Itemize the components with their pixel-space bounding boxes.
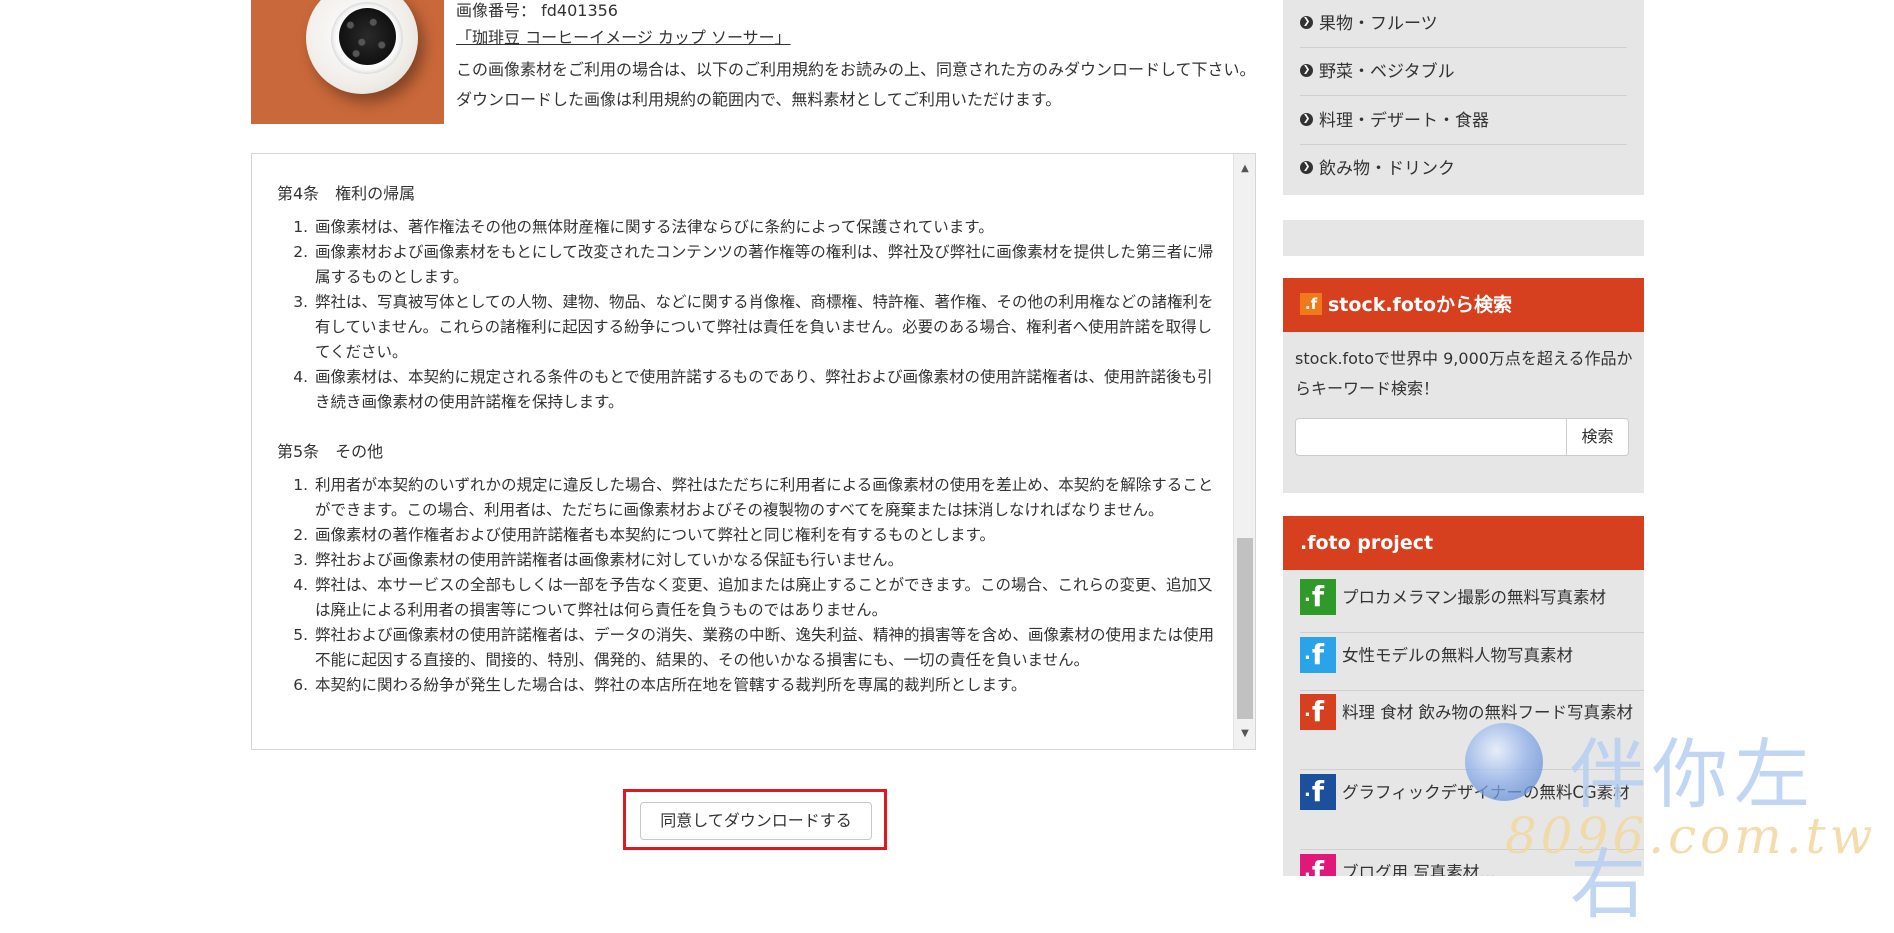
terms-content: 第4条 権利の帰属 画像素材は、著作権法その他の無体財産権に関する法律ならびに条…	[277, 181, 1223, 722]
search-button[interactable]: 検索	[1566, 418, 1629, 456]
image-id-line: 画像番号： fd401356	[456, 0, 1256, 22]
image-meta: 画像番号： fd401356 「珈琲豆 コーヒーイメージ カップ ソーサー」 こ…	[456, 0, 1256, 115]
project-link-item[interactable]: f プロカメラマン撮影の無料写真素材	[1300, 578, 1644, 633]
chevron-right-icon: ❯	[1300, 113, 1313, 126]
section-4-list: 画像素材は、著作権法その他の無体財産権に関する法律ならびに条約によって保護されて…	[277, 215, 1223, 415]
category-item[interactable]: ❯ 飲み物・ドリンク	[1300, 145, 1627, 193]
search-description: stock.fotoで世界中 9,000万点を超える作品からキーワード検索！	[1295, 349, 1633, 398]
foto-blue-logo-icon: f	[1300, 636, 1336, 673]
category-item[interactable]: ❯ 果物・フルーツ	[1300, 0, 1627, 48]
foto-logo-icon: .f	[1300, 292, 1322, 315]
sidebar-divider-bar	[1283, 220, 1644, 256]
list-item: 弊社および画像素材の使用許諾権者は画像素材に対していかなる保証も行いません。	[313, 548, 1223, 573]
scroll-up-arrow-icon[interactable]: ▲	[1234, 158, 1255, 180]
chevron-right-icon: ❯	[1300, 16, 1313, 29]
terms-scroll-box[interactable]: 第4条 権利の帰属 画像素材は、著作権法その他の無体財産権に関する法律ならびに条…	[251, 153, 1256, 750]
list-item: 画像素材および画像素材をもとにして改変されたコンテンツの著作権等の権利は、弊社及…	[313, 240, 1223, 290]
foto-green-logo-icon: f	[1300, 578, 1336, 615]
terms-scrollbar[interactable]: ▲ ▼	[1233, 154, 1255, 749]
search-input[interactable]	[1295, 418, 1566, 456]
image-id-value: fd401356	[541, 1, 618, 20]
list-item: 弊社は、写真被写体としての人物、建物、物品、などに関する肖像権、商標権、特許権、…	[313, 290, 1223, 365]
project-link-label: プロカメラマン撮影の無料写真素材	[1342, 588, 1606, 607]
list-item: 画像素材は、本契約に規定される条件のもとで使用許諾するものであり、弊社および画像…	[313, 365, 1223, 415]
list-item: 画像素材の著作権者および使用許諾権者も本契約について弊社と同じ権利を有するものと…	[313, 523, 1223, 548]
section-4-heading: 第4条 権利の帰属	[277, 184, 416, 203]
list-item: 画像素材は、著作権法その他の無体財産権に関する法律ならびに条約によって保護されて…	[313, 215, 1223, 240]
watermark-url: 8096.com.tw	[1505, 807, 1877, 865]
coffee-thumbnail-image	[251, 0, 444, 124]
category-label: 飲み物・ドリンク	[1319, 159, 1455, 179]
category-label: 料理・デザート・食器	[1319, 111, 1489, 131]
globe-logo-icon	[1465, 723, 1543, 801]
foto-red-logo-icon: f	[1300, 693, 1336, 730]
foto-pink-logo-icon: f	[1300, 853, 1336, 876]
chevron-right-icon: ❯	[1300, 64, 1313, 77]
image-title-link[interactable]: 「珈琲豆 コーヒーイメージ カップ ソーサー」	[456, 26, 791, 50]
project-link-label: 女性モデルの無料人物写真素材	[1342, 646, 1573, 665]
list-item: 弊社および画像素材の使用許諾権者は、データの消失、業務の中断、逸失利益、精神的損…	[313, 623, 1223, 673]
section-5-list: 利用者が本契約のいずれかの規定に違反した場合、弊社はただちに利用者による画像素材…	[277, 473, 1223, 698]
search-box-header: .f stock.fotoから検索	[1283, 278, 1644, 332]
list-item: 本契約に関わる紛争が発生した場合は、弊社の本店所在地を管轄する裁判所を専属的裁判…	[313, 673, 1223, 698]
list-item: 弊社は、本サービスの全部もしくは一部を予告なく変更、追加または廃止することができ…	[313, 573, 1223, 623]
search-box-title: stock.fotoから検索	[1328, 294, 1513, 316]
chevron-right-icon: ❯	[1300, 161, 1313, 174]
category-label: 野菜・ベジタブル	[1319, 62, 1455, 82]
category-list: ❯ 果物・フルーツ ❯ 野菜・ベジタブル ❯ 料理・デザート・食器 ❯ 飲み物・ドリンク	[1283, 0, 1644, 195]
image-description: この画像素材をご利用の場合は、以下のご利用規約をお読みの上、同意された方のみダウ…	[456, 60, 1256, 109]
agree-download-button[interactable]: 同意してダウンロードする	[640, 802, 872, 840]
category-item[interactable]: ❯ 野菜・ベジタブル	[1300, 48, 1627, 96]
project-box-title: .foto project	[1300, 532, 1434, 554]
project-link-item[interactable]: f 女性モデルの無料人物写真素材	[1300, 636, 1644, 691]
category-item[interactable]: ❯ 料理・デザート・食器	[1300, 97, 1627, 145]
foto-navy-logo-icon: f	[1300, 773, 1336, 810]
list-item: 利用者が本契約のいずれかの規定に違反した場合、弊社はただちに利用者による画像素材…	[313, 473, 1223, 523]
stock-search-box: .f stock.fotoから検索 stock.fotoで世界中 9,000万点を…	[1283, 278, 1644, 493]
watermark: 伴你左右 8096.com.tw	[1465, 715, 1894, 929]
image-id-label: 画像番号：	[456, 1, 537, 20]
scroll-thumb[interactable]	[1237, 538, 1253, 719]
scroll-down-arrow-icon[interactable]: ▼	[1234, 723, 1255, 745]
download-highlight-frame: 同意してダウンロードする	[623, 789, 887, 850]
coffee-beans-shape	[339, 8, 396, 65]
project-box-header: .foto project	[1283, 516, 1644, 570]
section-5-heading: 第5条 その他	[277, 442, 384, 461]
category-label: 果物・フルーツ	[1319, 14, 1438, 34]
